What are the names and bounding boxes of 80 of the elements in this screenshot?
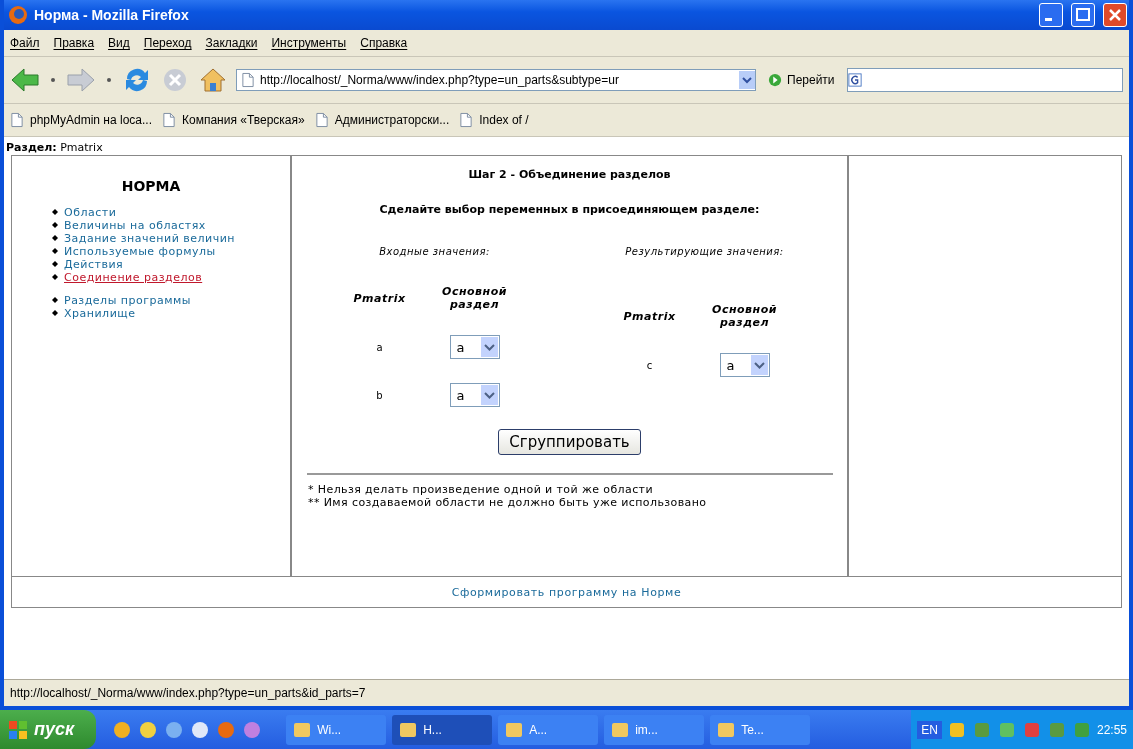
group-button[interactable]: Сгруппировать xyxy=(498,429,641,455)
menu-item[interactable]: Правка xyxy=(53,36,95,50)
select-field[interactable]: a xyxy=(449,383,500,407)
menu-item[interactable]: Закладки xyxy=(205,36,258,50)
minimize-button[interactable] xyxy=(1039,3,1063,27)
page-icon xyxy=(241,72,255,88)
bullet-icon xyxy=(52,261,58,267)
sidebar-title: НОРМА xyxy=(120,178,182,194)
page-icon xyxy=(162,112,176,128)
column-header: Основной раздел xyxy=(441,285,508,311)
nav-link[interactable]: Действия xyxy=(64,258,264,271)
quick-launch-icon[interactable] xyxy=(138,719,159,740)
nav-link[interactable]: Задание значений величин xyxy=(64,232,264,245)
step-heading: Шаг 2 - Объединение разделов xyxy=(468,168,671,181)
window-title: Норма - Mozilla Firefox xyxy=(34,7,190,23)
footer-link[interactable]: Сформировать программу на Норме xyxy=(451,585,682,599)
menu-item[interactable]: Вид xyxy=(108,36,130,50)
taskbar-button[interactable]: Wi... xyxy=(286,714,387,745)
bookmark[interactable]: Администраторски... xyxy=(314,112,450,128)
bullet-icon xyxy=(52,209,58,215)
nav-link[interactable]: Величины на областях xyxy=(64,219,264,232)
variable-name: b xyxy=(376,389,383,401)
search-field[interactable] xyxy=(846,68,1123,92)
taskbar-button[interactable]: Te... xyxy=(710,714,811,745)
bullet-icon xyxy=(52,297,58,303)
select-field[interactable]: a xyxy=(719,353,770,377)
variable-name: a xyxy=(376,341,383,353)
search-engine-icon xyxy=(847,72,862,88)
footnote: ** Имя создаваемой области не должно быть уже использовано xyxy=(308,496,708,509)
bullet-icon xyxy=(52,248,58,254)
quick-launch-icon[interactable] xyxy=(164,719,185,740)
back-arrow-icon[interactable] xyxy=(10,65,40,95)
nav-link[interactable]: Разделы программы xyxy=(64,294,264,307)
bullet-icon xyxy=(52,274,58,280)
menu-item[interactable]: Файл xyxy=(10,36,40,50)
app-icon xyxy=(8,5,28,25)
go-button[interactable]: Перейти xyxy=(764,72,839,88)
windows-logo-icon xyxy=(8,719,28,740)
language-indicator[interactable]: EN xyxy=(917,720,942,739)
column-header: Основной раздел xyxy=(711,303,778,329)
page-icon xyxy=(314,112,329,128)
bookmark[interactable]: phpMyAdmin на loca... xyxy=(10,112,152,128)
bullet-icon xyxy=(52,222,58,228)
nav-link[interactable]: Области xyxy=(64,206,264,219)
dropdown-icon[interactable] xyxy=(48,75,58,85)
instruction-text: Сделайте выбор переменных в присоединяющем разделе: xyxy=(379,203,760,216)
go-icon xyxy=(768,72,782,88)
taskbar-button[interactable]: Н... xyxy=(392,714,493,745)
variable-name: c xyxy=(646,359,653,371)
clock: 22:55 xyxy=(1096,722,1127,737)
close-button[interactable] xyxy=(1103,3,1127,27)
nav-link[interactable]: Соединение разделов xyxy=(64,271,264,284)
menu-item[interactable]: Справка xyxy=(360,36,408,50)
menu-item[interactable]: Инструменты xyxy=(271,36,347,50)
dropdown-icon[interactable] xyxy=(104,75,114,85)
taskbar-button[interactable]: А... xyxy=(498,714,599,745)
menu-item[interactable]: Переход xyxy=(143,36,192,50)
start-button[interactable]: пуск xyxy=(0,710,97,749)
footnote: * Нельзя делать произведение одной и той же области xyxy=(308,483,654,496)
address-field[interactable]: http://localhost/_Norma/www/index.php?type=un_parts&subtype=ur xyxy=(236,69,756,91)
group-label: Результирующие значения: xyxy=(625,246,784,257)
maximize-button[interactable] xyxy=(1071,3,1095,27)
section-label: Раздел: Pmatrix xyxy=(5,140,104,155)
quick-launch-icon[interactable] xyxy=(242,719,263,740)
bookmark[interactable]: Index of / xyxy=(459,112,529,128)
status-bar: http://localhost/_Norma/www/index.php?type=un_parts&id_parts=7 xyxy=(4,679,1129,706)
taskbar-button[interactable]: im... xyxy=(604,714,705,745)
quick-launch-icon[interactable] xyxy=(112,719,133,740)
bullet-icon xyxy=(52,310,58,316)
nav-link[interactable]: Используемые формулы xyxy=(64,245,264,258)
bookmark[interactable]: Компания «Тверская» xyxy=(162,112,305,128)
page-icon xyxy=(459,112,474,128)
column-header: Pmatrix xyxy=(623,309,676,323)
column-header: Pmatrix xyxy=(353,291,406,305)
page-icon xyxy=(10,112,24,128)
select-field[interactable]: a xyxy=(449,335,500,359)
bullet-icon xyxy=(52,235,58,241)
group-label: Входные значения: xyxy=(379,246,490,257)
nav-link[interactable]: Хранилище xyxy=(64,307,264,320)
quick-launch-icon[interactable] xyxy=(190,719,211,740)
